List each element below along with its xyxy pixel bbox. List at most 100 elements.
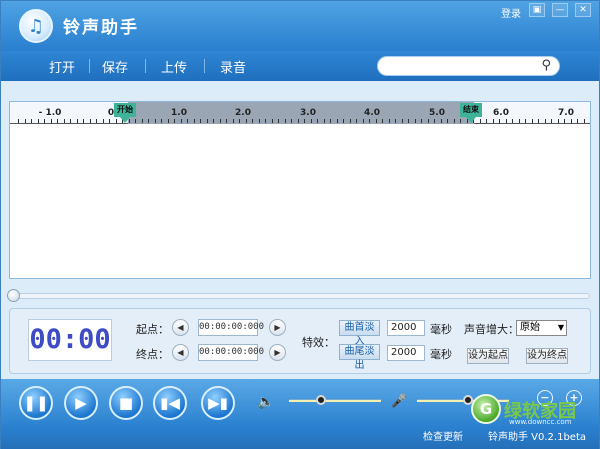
tick-mark [434,119,435,123]
tick-mark [278,119,279,123]
end-marker-arrow[interactable] [466,117,476,123]
tick-mark [141,119,143,123]
tick-mark [200,119,201,123]
tick-mark [226,119,227,123]
tick-mark [460,119,461,123]
tick-mark [408,119,409,123]
tick-mark [421,119,422,123]
fade-out-ms-field[interactable]: 2000 [387,345,425,361]
speaker-icon[interactable]: 🔈 [257,394,274,410]
search-box: ⚲ [377,56,560,76]
tick-mark [375,119,377,123]
menu-record[interactable]: 录音 [220,57,246,76]
tick-label: 5.0 [429,108,445,118]
version-label: 铃声助手 V0.2.1beta [488,432,587,443]
tick-mark [161,119,162,123]
microphone-icon[interactable]: 🎤 [391,394,407,409]
progress-thumb[interactable] [7,289,20,302]
dropdown-arrow-icon[interactable]: ▼ [558,321,564,335]
tick-mark [232,119,234,123]
music-note-icon: ♫ [19,9,53,43]
stop-icon[interactable]: ■ [109,386,143,420]
tick-mark [297,119,299,123]
tick-mark [70,119,71,123]
tick-mark [570,119,572,123]
menu-divider [145,59,146,73]
tick-mark [50,119,52,123]
menu-upload[interactable]: 上传 [161,57,187,76]
tick-mark [362,119,364,123]
fade-out-button[interactable]: 曲尾淡出 [339,344,380,371]
tick-mark [356,119,357,123]
tick-mark [512,119,513,123]
close-icon[interactable]: ✕ [575,3,591,17]
app-window: ♫ 铃声助手 登录 ▣ — ✕ 打开 保存 上传 录音 ⚲ - 1.0 0 1.… [0,0,600,449]
tick-mark [531,119,533,123]
waveform-panel[interactable]: - 1.0 0 1.0 2.0 3.0 4.0 5.0 6.0 7.0 开始 结… [9,101,591,279]
check-update-link[interactable]: 检查更新 [423,428,463,443]
tick-mark [96,119,97,123]
tick-mark [174,119,175,123]
start-marker[interactable]: 开始 [114,103,136,117]
play-icon[interactable]: ▶ [64,386,98,420]
minimize-icon[interactable]: — [552,3,568,17]
tick-mark [525,119,526,123]
tick-label: 1.0 [171,108,187,118]
start-back-icon[interactable]: ◀ [172,319,189,336]
start-forward-icon[interactable]: ▶ [269,319,286,336]
previous-icon[interactable]: ▮◀ [153,386,187,420]
set-end-button[interactable]: 设为终点 [526,348,568,364]
progress-track[interactable] [15,293,590,299]
tick-mark [453,119,455,123]
menu-save[interactable]: 保存 [102,57,128,76]
end-time-field[interactable]: 00:00:00:000 [198,344,264,361]
tick-mark [310,119,312,123]
menu-open[interactable]: 打开 [49,57,75,76]
search-icon[interactable]: ⚲ [541,58,551,73]
title-bar: ♫ 铃声助手 登录 ▣ — ✕ [1,1,599,51]
tick-mark [63,119,65,123]
tick-mark [284,119,286,123]
start-marker-arrow[interactable] [120,117,130,123]
tick-mark [115,119,117,123]
watermark-url: www.downcc.com [509,418,572,426]
tick-mark [369,119,370,123]
next-icon[interactable]: ▶▮ [201,386,235,420]
tick-mark [317,119,318,123]
tick-mark [37,119,39,123]
timeline-ruler[interactable]: - 1.0 0 1.0 2.0 3.0 4.0 5.0 6.0 7.0 开始 结… [10,102,590,124]
search-input[interactable] [386,57,536,75]
pause-icon[interactable]: ❚❚ [19,386,53,420]
tick-mark [18,119,19,123]
start-label: 起点： [136,323,169,336]
tick-label: 7.0 [558,108,574,118]
tick-mark [427,119,429,123]
tick-mark [401,119,403,123]
volume-slider[interactable] [289,399,381,402]
tick-mark [304,119,305,123]
volume-boost-select[interactable]: 原始 ▼ [516,320,567,336]
fade-in-button[interactable]: 曲首淡入 [339,320,380,347]
tick-mark [499,119,500,123]
tick-mark [239,119,240,123]
set-start-button[interactable]: 设为起点 [467,348,509,364]
end-back-icon[interactable]: ◀ [172,344,189,361]
end-label: 终点： [136,348,169,361]
tick-mark [213,119,214,123]
start-time-field[interactable]: 00:00:00:000 [198,319,264,336]
end-marker[interactable]: 结束 [460,103,482,117]
tick-mark [447,119,448,123]
watermark-g-icon: G [471,394,501,424]
fade-in-ms-field[interactable]: 2000 [387,320,425,336]
tick-mark [492,119,494,123]
tick-label: 6.0 [493,108,509,118]
end-forward-icon[interactable]: ▶ [269,344,286,361]
tick-mark [187,119,188,123]
tick-label: 4.0 [364,108,380,118]
login-link[interactable]: 登录 [501,5,521,20]
app-title: 铃声助手 [63,18,139,38]
fade-out-unit: 毫秒 [430,348,452,361]
menu-bar: 打开 保存 上传 录音 ⚲ [1,51,599,81]
tick-mark [414,119,416,123]
menu-window-icon[interactable]: ▣ [529,3,545,17]
